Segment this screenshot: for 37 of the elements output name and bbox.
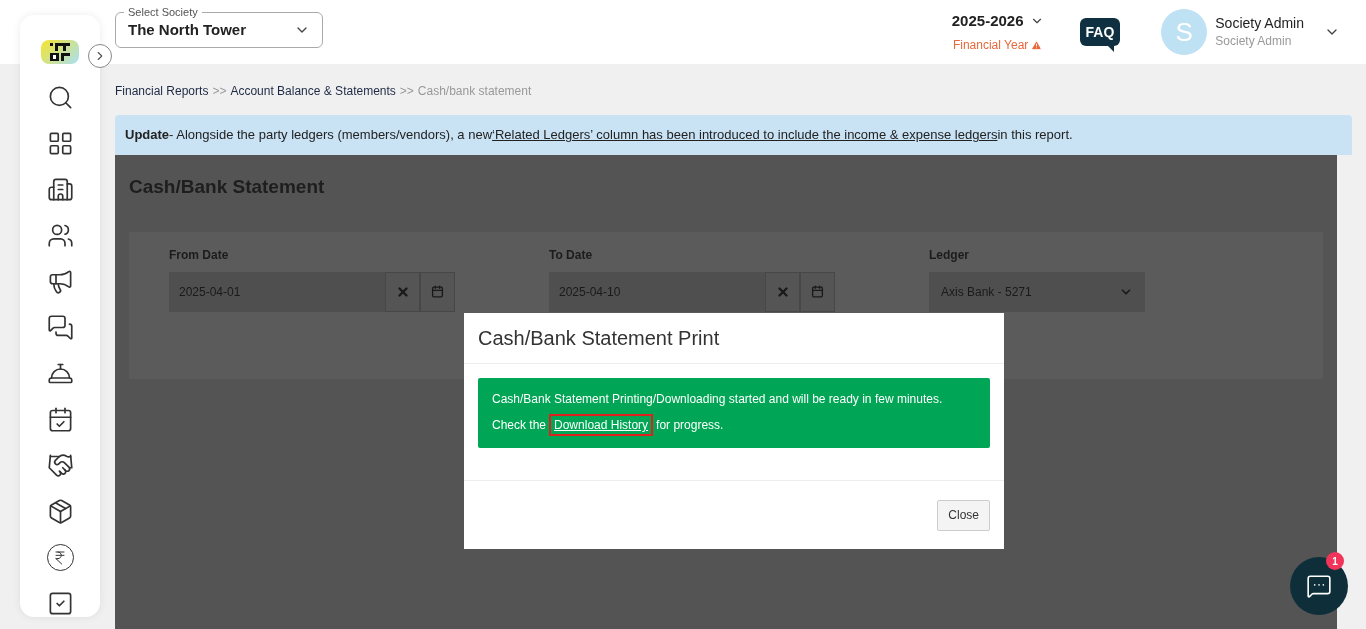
- society-select-label: Select Society: [124, 5, 202, 19]
- filter-label: To Date: [549, 246, 594, 264]
- chat-bubbles-icon[interactable]: [46, 314, 74, 341]
- close-icon: [395, 284, 410, 299]
- calendar-button[interactable]: [800, 271, 835, 312]
- breadcrumb-separator: >>: [212, 82, 227, 100]
- breadcrumb-separator: >>: [399, 82, 414, 100]
- user-role: Society Admin: [1215, 33, 1293, 50]
- financial-year-label: Financial Year: [952, 37, 1029, 55]
- sidebar-toggle-icon[interactable]: [88, 44, 112, 68]
- faq-button[interactable]: FAQ: [1079, 18, 1121, 46]
- update-notice: Update- Alongside the party ledgers (members/vendors), a new‘Related Ledgers’ column has been introduced to include the income & expense ledgersin this report.: [115, 115, 1352, 155]
- filter-label: From Date: [169, 246, 230, 264]
- handshake-icon[interactable]: [46, 452, 74, 479]
- calendar-button[interactable]: [420, 271, 455, 312]
- people-icon[interactable]: [46, 222, 74, 249]
- related-ledgers-link[interactable]: ‘Related Ledgers’ column has been introduced to include the income & expense ledgers: [492, 125, 998, 145]
- clear-button[interactable]: [765, 271, 800, 312]
- dialog-title: Cash/Bank Statement Print: [478, 326, 720, 351]
- calendar-icon: [811, 285, 824, 298]
- alert-message: for progress.: [656, 417, 724, 434]
- speech-bubble-tail: [1108, 46, 1115, 52]
- user-name: Society Admin: [1215, 14, 1304, 32]
- notification-badge: 1: [1326, 552, 1344, 570]
- breadcrumb-link[interactable]: Account Balance & Statements: [230, 81, 396, 100]
- filter-label: Ledger: [929, 246, 970, 264]
- logo-icon[interactable]: [41, 40, 79, 64]
- alert-message: Check the: [492, 417, 547, 434]
- calendar-icon: [431, 285, 444, 298]
- alert-message: Cash/Bank Statement Printing/Downloading started and will be ready in few minutes.: [492, 391, 944, 408]
- close-button[interactable]: Close: [937, 499, 990, 531]
- financial-year-select[interactable]: 2025-2026: [951, 9, 1024, 33]
- close-icon: [775, 284, 790, 299]
- building-icon[interactable]: [46, 176, 74, 203]
- chat-icon: [1306, 573, 1332, 599]
- clear-button[interactable]: [385, 271, 420, 312]
- breadcrumb-link[interactable]: Financial Reports: [115, 81, 209, 100]
